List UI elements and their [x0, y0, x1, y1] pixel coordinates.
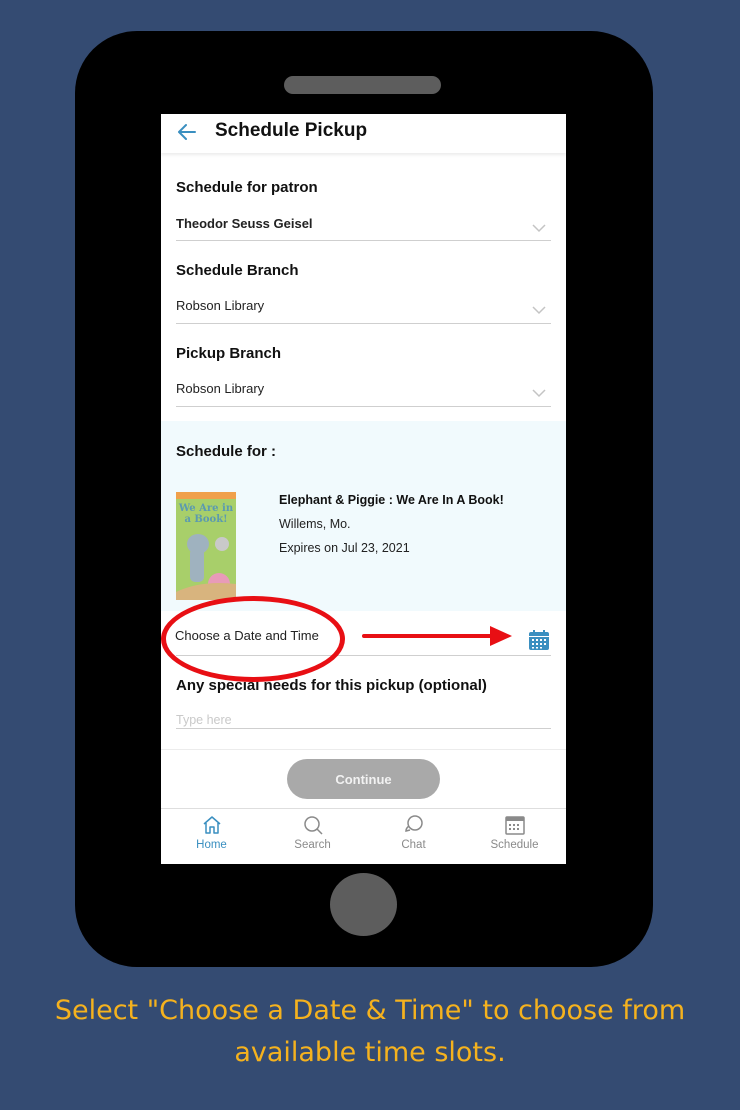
date-time-value[interactable]: Choose a Date and Time: [175, 628, 319, 643]
divider: [176, 406, 551, 407]
tab-label: Chat: [401, 839, 426, 851]
app-header: Schedule Pickup: [161, 114, 566, 153]
tab-chat[interactable]: Chat: [363, 814, 464, 862]
instruction-caption: Select "Choose a Date & Time" to choose …: [54, 995, 686, 1068]
tab-schedule[interactable]: Schedule: [464, 814, 565, 862]
divider: [161, 749, 566, 750]
calendar-icon: [504, 816, 525, 835]
divider: [176, 240, 551, 241]
arrow-left-icon[interactable]: [177, 123, 197, 141]
app-screen: Schedule Pickup Schedule for patron Theo…: [161, 114, 566, 864]
home-icon: [203, 816, 220, 834]
pickup-branch-label: Pickup Branch: [176, 345, 282, 362]
divider: [176, 728, 551, 729]
schedule-for-label: Schedule for :: [176, 443, 277, 460]
book-cover-image: We Are in a Book!: [176, 492, 236, 600]
special-needs-input[interactable]: [176, 711, 551, 729]
search-icon: [303, 816, 323, 835]
continue-button[interactable]: Continue: [287, 759, 440, 799]
divider: [161, 808, 566, 809]
special-needs-label: Any special needs for this pickup (optio…: [176, 677, 487, 694]
chevron-down-icon: [532, 306, 546, 315]
chevron-down-icon: [532, 389, 546, 398]
patron-label: Schedule for patron: [176, 179, 318, 196]
divider: [176, 323, 551, 324]
patron-value: Theodor Seuss Geisel: [176, 216, 313, 231]
tab-label: Home: [196, 839, 227, 851]
divider: [176, 655, 551, 656]
page-title: Schedule Pickup: [215, 120, 368, 141]
pickup-branch-value: Robson Library: [176, 381, 265, 396]
schedule-branch-label: Schedule Branch: [176, 262, 299, 279]
svg-text:We Are in: We Are in: [178, 503, 234, 514]
chevron-down-icon: [532, 224, 546, 233]
book-title: Elephant & Piggie : We Are In A Book!: [279, 493, 504, 507]
chat-icon: [404, 815, 423, 832]
tab-label: Schedule: [490, 839, 539, 851]
tab-search[interactable]: Search: [262, 814, 363, 862]
phone-speaker: [284, 76, 441, 94]
phone-home-button: [330, 873, 397, 936]
svg-text:a Book!: a Book!: [184, 514, 227, 525]
tab-home[interactable]: Home: [161, 814, 262, 862]
book-author: Willems, Mo.: [279, 517, 351, 531]
book-expiry: Expires on Jul 23, 2021: [279, 541, 410, 555]
calendar-icon[interactable]: [528, 629, 550, 651]
schedule-branch-value: Robson Library: [176, 298, 265, 313]
tab-label: Search: [294, 839, 331, 851]
